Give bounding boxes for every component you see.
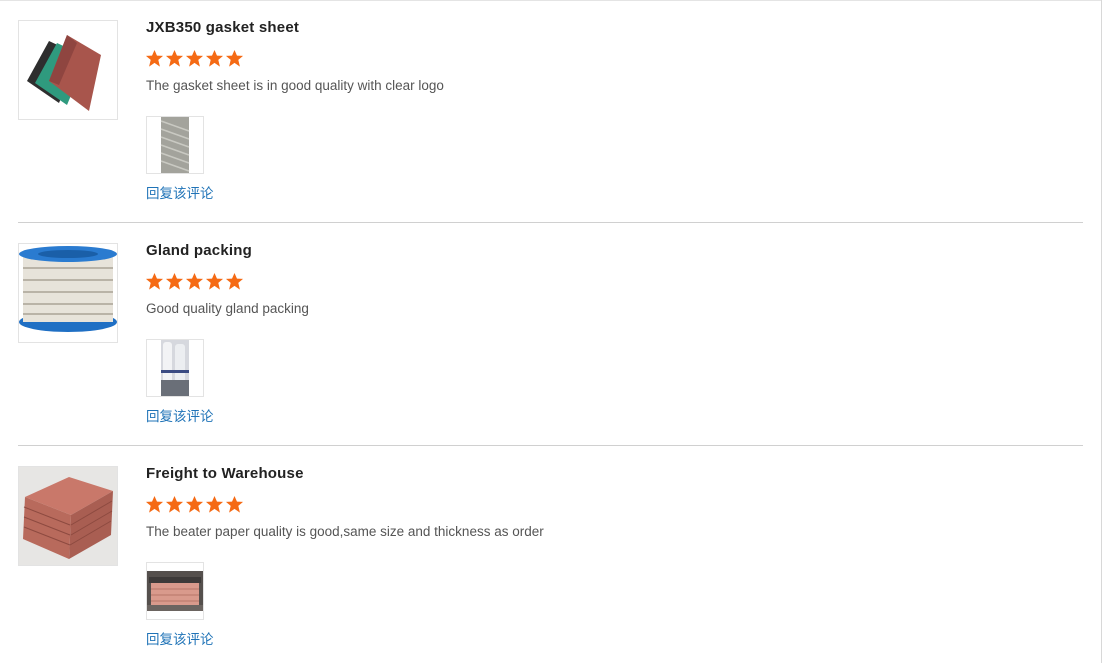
star-icon bbox=[165, 49, 184, 67]
product-thumbnail[interactable] bbox=[18, 243, 118, 343]
star-icon bbox=[185, 49, 204, 67]
review-comment: The beater paper quality is good,same si… bbox=[146, 524, 544, 539]
page-right-border bbox=[1101, 0, 1102, 663]
review-item: Gland packing Good quality gland packing… bbox=[18, 223, 1083, 446]
review-photo[interactable] bbox=[146, 116, 204, 174]
review-item: JXB350 gasket sheet The gasket sheet is … bbox=[18, 0, 1083, 223]
beater-paper-stack-image bbox=[19, 467, 117, 565]
review-comment: The gasket sheet is in good quality with… bbox=[146, 78, 444, 93]
product-thumbnail[interactable] bbox=[18, 466, 118, 566]
star-icon bbox=[165, 272, 184, 290]
warehouse-pallet-photo bbox=[147, 563, 203, 619]
reply-comment-link[interactable]: 回复该评论 bbox=[146, 628, 214, 648]
review-title: JXB350 gasket sheet bbox=[146, 19, 300, 36]
star-icon bbox=[165, 495, 184, 513]
product-thumbnail[interactable] bbox=[18, 20, 118, 120]
packing-rolls-photo bbox=[147, 340, 203, 396]
star-icon bbox=[185, 272, 204, 290]
star-icon bbox=[145, 495, 164, 513]
reply-comment-link[interactable]: 回复该评论 bbox=[146, 182, 214, 202]
reply-comment-link[interactable]: 回复该评论 bbox=[146, 405, 214, 425]
review-item: Freight to Warehouse The beater paper qu… bbox=[18, 446, 1083, 669]
star-icon bbox=[145, 272, 164, 290]
star-icon bbox=[225, 49, 244, 67]
review-photo[interactable] bbox=[146, 562, 204, 620]
rating-stars bbox=[145, 49, 244, 69]
star-icon bbox=[205, 495, 224, 513]
gasket-sheet-image bbox=[19, 21, 117, 119]
gland-packing-spool-image bbox=[19, 244, 117, 342]
rating-stars bbox=[145, 495, 244, 515]
review-comment: Good quality gland packing bbox=[146, 301, 309, 316]
rating-stars bbox=[145, 272, 244, 292]
review-photo[interactable] bbox=[146, 339, 204, 397]
star-icon bbox=[185, 495, 204, 513]
star-icon bbox=[205, 49, 224, 67]
review-title: Gland packing bbox=[146, 242, 252, 259]
review-title: Freight to Warehouse bbox=[146, 465, 304, 482]
star-icon bbox=[205, 272, 224, 290]
gasket-texture-photo bbox=[147, 117, 203, 173]
star-icon bbox=[145, 49, 164, 67]
star-icon bbox=[225, 495, 244, 513]
star-icon bbox=[225, 272, 244, 290]
